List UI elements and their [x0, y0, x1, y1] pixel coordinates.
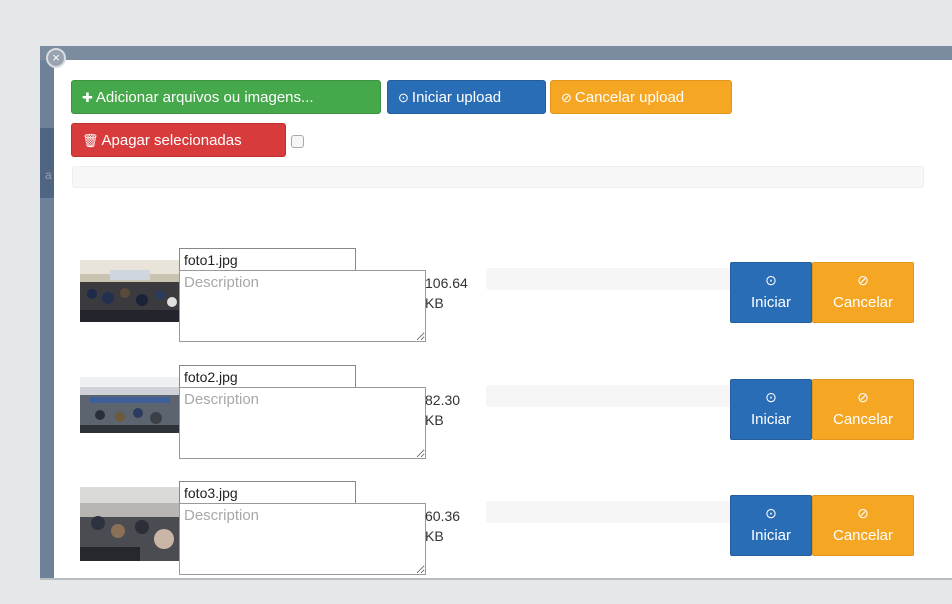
backdrop-stripe — [40, 128, 54, 198]
ban-circle-icon: ⊘ — [857, 389, 869, 405]
file-row: 82.30 KB ⊙ Iniciar ⊘ Cancelar — [54, 365, 952, 475]
cancel-button[interactable]: ⊘ Cancelar — [812, 262, 914, 323]
file-progress-bar — [486, 268, 734, 290]
select-all-checkbox[interactable] — [291, 135, 304, 148]
backdrop-panel — [40, 48, 54, 578]
delete-selected-label: Apagar selecionadas — [101, 132, 242, 149]
cancel-upload-button[interactable]: ⊘ Cancelar upload — [550, 80, 732, 114]
plus-icon: ✚ — [82, 90, 93, 105]
ban-circle-icon: ⊘ — [857, 272, 869, 288]
file-thumbnail — [80, 487, 180, 561]
start-upload-label: Iniciar upload — [411, 89, 502, 106]
total-progress-bar — [72, 166, 924, 188]
start-label: Iniciar — [750, 294, 791, 311]
circle-arrow-up-icon: ⊙ — [765, 505, 777, 521]
trash-icon: 🗑 — [82, 133, 99, 148]
circle-arrow-up-icon: ⊙ — [765, 272, 777, 288]
ban-circle-icon: ⊘ — [857, 505, 869, 521]
start-button[interactable]: ⊙ Iniciar — [730, 379, 812, 440]
file-name-input[interactable] — [179, 365, 356, 388]
cancel-label: Cancelar — [832, 294, 894, 311]
file-row: 106.64 KB ⊙ Iniciar ⊘ Cancelar — [54, 248, 952, 358]
file-size: 82.30 KB — [425, 390, 485, 430]
start-button[interactable]: ⊙ Iniciar — [730, 495, 812, 556]
start-upload-button[interactable]: ⊙ Iniciar upload — [387, 80, 546, 114]
file-name-input[interactable] — [179, 481, 356, 504]
description-textarea[interactable] — [179, 503, 426, 575]
modal-header-bar — [40, 46, 952, 60]
delete-selected-button[interactable]: 🗑 Apagar selecionadas — [71, 123, 286, 157]
file-size-value: 82.30 — [425, 392, 461, 408]
file-size-unit: KB — [425, 295, 444, 311]
file-size-unit: KB — [425, 412, 444, 428]
file-row: 60.36 KB ⊙ Iniciar ⊘ Cancelar — [54, 481, 952, 578]
description-textarea[interactable] — [179, 270, 426, 342]
file-name-input[interactable] — [179, 248, 356, 271]
file-size: 106.64 KB — [425, 273, 485, 313]
add-files-button[interactable]: ✚ Adicionar arquivos ou imagens... — [71, 80, 381, 114]
file-thumbnail — [80, 377, 180, 433]
upload-modal: ✚ Adicionar arquivos ou imagens... ⊙ Inici… — [54, 60, 952, 578]
file-size-value: 106.64 — [425, 275, 468, 291]
circle-arrow-up-icon: ⊙ — [765, 389, 777, 405]
file-thumbnail — [80, 260, 180, 322]
file-progress-bar — [486, 385, 734, 407]
cancel-label: Cancelar — [832, 411, 894, 428]
modal-bottom-border — [40, 578, 952, 580]
file-size-value: 60.36 — [425, 508, 461, 524]
circle-arrow-up-icon: ⊙ — [398, 90, 409, 105]
backdrop-text: a — [45, 168, 52, 182]
cancel-button[interactable]: ⊘ Cancelar — [812, 495, 914, 556]
description-textarea[interactable] — [179, 387, 426, 459]
cancel-button[interactable]: ⊘ Cancelar — [812, 379, 914, 440]
close-icon[interactable]: × — [46, 48, 66, 68]
ban-circle-icon: ⊘ — [561, 90, 572, 105]
start-button[interactable]: ⊙ Iniciar — [730, 262, 812, 323]
add-files-label: Adicionar arquivos ou imagens... — [95, 89, 314, 106]
start-label: Iniciar — [750, 527, 791, 544]
cancel-label: Cancelar — [832, 527, 894, 544]
start-label: Iniciar — [750, 411, 791, 428]
file-size: 60.36 KB — [425, 506, 485, 546]
file-progress-bar — [486, 501, 734, 523]
cancel-upload-label: Cancelar upload — [574, 89, 685, 106]
file-size-unit: KB — [425, 528, 444, 544]
